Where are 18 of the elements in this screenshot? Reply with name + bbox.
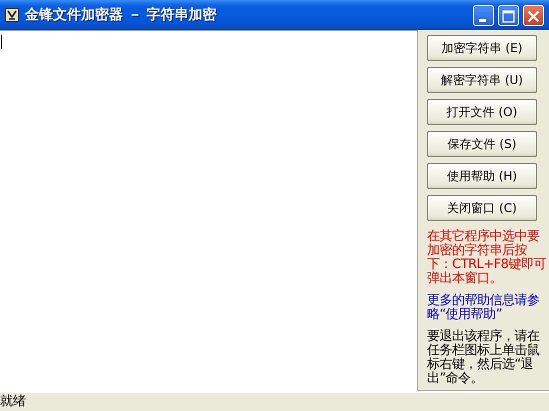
panel-button[interactable]: 关闭窗口 (C) xyxy=(427,195,537,221)
text-input-area[interactable] xyxy=(0,30,418,391)
status-bar: 就绪 xyxy=(0,391,549,411)
panel-button[interactable]: 使用帮助 (H) xyxy=(427,163,537,189)
minimize-icon xyxy=(479,18,486,22)
panel-button[interactable]: 解密字符串 (U) xyxy=(427,67,537,93)
panel-button[interactable]: 打开文件 (O) xyxy=(427,99,537,125)
close-button[interactable] xyxy=(523,4,544,26)
app-icon xyxy=(5,8,19,22)
window-title: 金锋文件加密器 － 字符串加密 xyxy=(25,6,217,24)
text-cursor xyxy=(1,35,2,49)
help-note: 要退出该程序，请在任务栏图标上单击鼠标右键，然后选“退出”命令。 xyxy=(427,330,540,386)
minimize-button[interactable] xyxy=(473,4,494,26)
panel-button[interactable]: 保存文件 (S) xyxy=(427,131,537,157)
maximize-button[interactable] xyxy=(498,4,519,26)
help-note: 更多的帮助信息请参略“使用帮助” xyxy=(427,294,540,322)
panel-button[interactable]: 加密字符串 (E) xyxy=(427,35,537,61)
help-note: 在其它程序中选中要加密的字符串后按下：CTRL+F8键即可弹出本窗口。 xyxy=(427,230,547,286)
